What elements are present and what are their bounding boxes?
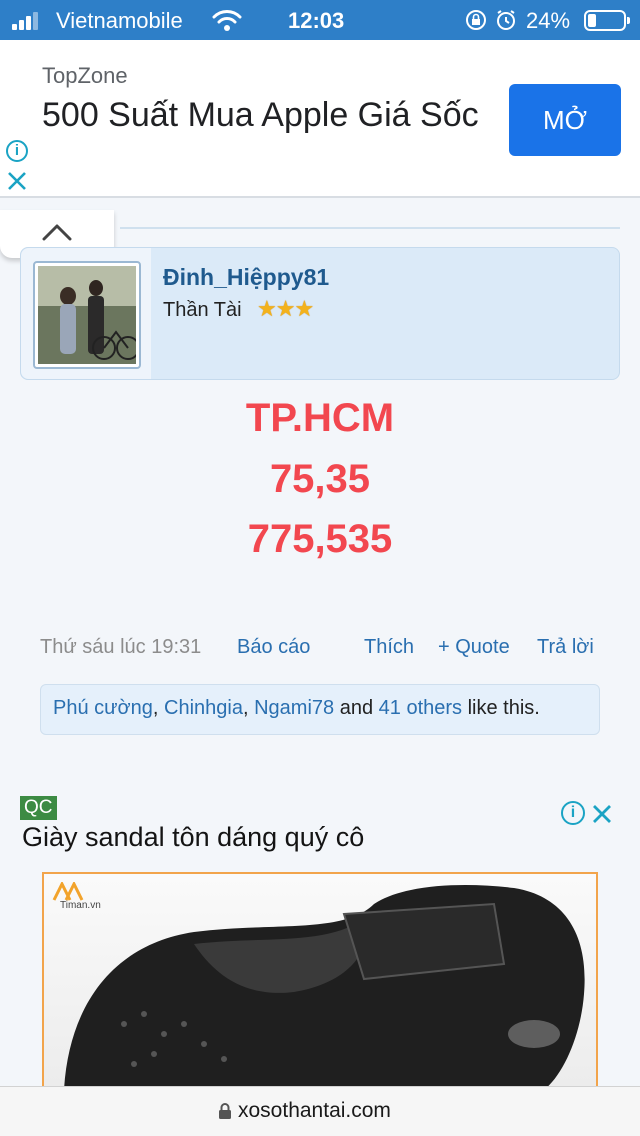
cellular-signal-icon bbox=[12, 10, 38, 30]
others-link[interactable]: 41 others bbox=[379, 697, 462, 719]
logo-text: Timan.vn bbox=[60, 900, 101, 911]
post-date: Thứ sáu lúc 19:31 bbox=[40, 636, 202, 658]
user-rank: Thần Tài bbox=[163, 299, 242, 321]
avatar[interactable] bbox=[33, 261, 141, 369]
reply-link[interactable]: Trả lời bbox=[537, 636, 594, 659]
carrier-name: Vietnamobile bbox=[56, 8, 183, 33]
rank-stars: ★★★ bbox=[257, 296, 314, 321]
browser-url-bar[interactable]: xosothantai.com bbox=[0, 1086, 640, 1136]
likes-summary: Phú cường, Chinhgia, Ngami78 and 41 othe… bbox=[40, 684, 600, 735]
post-author-card: Đinh_Hiệppy81 Thần Tài ★★★ bbox=[20, 247, 620, 380]
timan-logo: Timan.vn bbox=[52, 880, 101, 911]
divider bbox=[120, 227, 620, 229]
like-link[interactable]: Thích bbox=[364, 636, 414, 659]
post-line-1: TP.HCM bbox=[245, 396, 395, 440]
ad-product-image[interactable]: Timan.vn bbox=[42, 872, 598, 1088]
shoe-icon bbox=[64, 885, 585, 1088]
chevron-up-icon bbox=[42, 224, 72, 241]
ad-title[interactable]: Giày sandal tôn dáng quý cô bbox=[22, 822, 364, 853]
likes-suffix: like this. bbox=[467, 697, 540, 719]
wifi-icon bbox=[212, 8, 242, 38]
battery-icon bbox=[584, 10, 630, 31]
url-text[interactable]: xosothantai.com bbox=[238, 1099, 391, 1123]
quote-link[interactable]: + Quote bbox=[438, 636, 510, 659]
report-link[interactable]: Báo cáo bbox=[237, 636, 310, 659]
ad-info-icon[interactable]: i bbox=[561, 801, 585, 825]
avatar-column bbox=[21, 248, 151, 379]
ad-close-icon[interactable] bbox=[590, 802, 614, 826]
ad-open-button[interactable]: MỞ bbox=[509, 84, 621, 156]
liker-link[interactable]: Ngami78 bbox=[254, 697, 334, 719]
username-link[interactable]: Đinh_Hiệppy81 bbox=[163, 264, 329, 291]
ad-advertiser: TopZone bbox=[42, 63, 128, 88]
liker-link[interactable]: Chinhgia bbox=[164, 697, 243, 719]
likes-and: and bbox=[339, 697, 374, 719]
battery-percentage: 24% bbox=[526, 8, 571, 33]
ad-close-icon[interactable] bbox=[6, 170, 28, 192]
post-line-2: 75,35 bbox=[269, 457, 371, 501]
lock-icon bbox=[218, 1102, 232, 1125]
rotation-lock-icon bbox=[464, 8, 488, 38]
avatar-image bbox=[38, 266, 136, 364]
ad-headline[interactable]: 500 Suất Mua Apple Giá Sốc bbox=[42, 94, 492, 136]
post-line-3: 775,535 bbox=[247, 517, 393, 561]
alarm-icon bbox=[494, 8, 518, 38]
status-bar: Vietnamobile 12:03 24% bbox=[0, 0, 640, 40]
clock: 12:03 bbox=[288, 8, 345, 33]
top-ad-banner[interactable]: TopZone 500 Suất Mua Apple Giá Sốc MỞ i bbox=[0, 40, 640, 198]
liker-link[interactable]: Phú cường bbox=[53, 697, 153, 719]
ad-info-icon[interactable]: i bbox=[6, 140, 28, 162]
ad-badge: QC bbox=[20, 796, 57, 820]
